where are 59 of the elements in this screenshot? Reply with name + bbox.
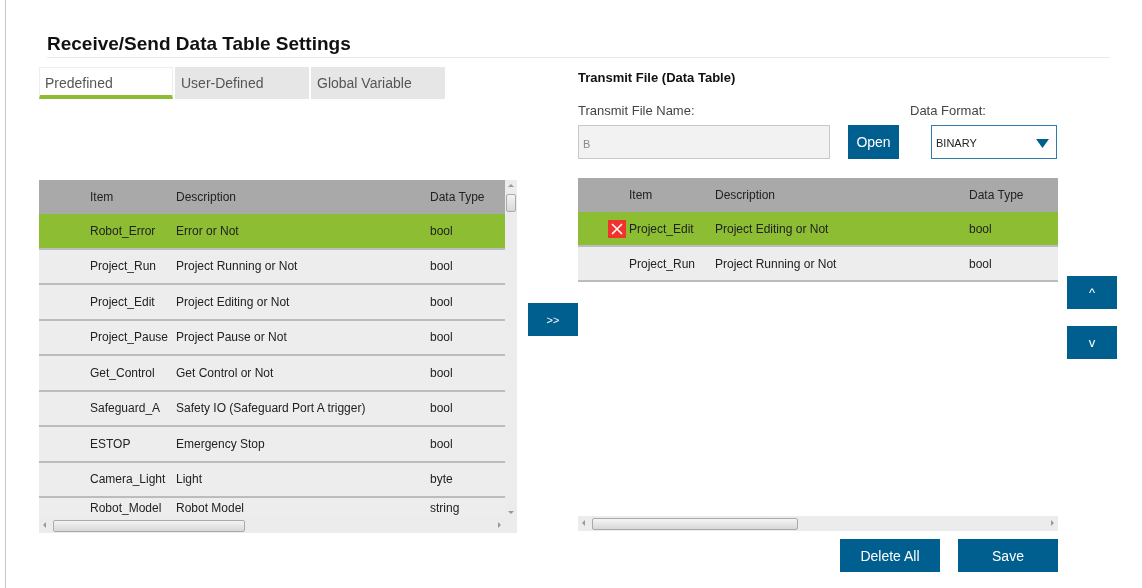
table-cell-text: Robot_Model <box>90 500 163 515</box>
tab[interactable]: Global Variable <box>311 67 445 99</box>
column-header: Description <box>715 188 777 202</box>
table-cell-text: bool <box>969 256 993 271</box>
table-cell-text: Project_Edit <box>629 221 695 236</box>
delete-all-button[interactable]: Delete All <box>840 539 940 572</box>
table-cell-text: string <box>430 500 461 515</box>
table-cell-text: bool <box>430 330 454 345</box>
horizontal-scrollbar[interactable] <box>578 516 1058 531</box>
column-header: Item <box>629 188 654 202</box>
table-cell-text: Project_Run <box>629 256 697 271</box>
table-cell-text: Project Pause or Not <box>176 330 288 345</box>
table-cell-text: bool <box>430 365 454 380</box>
table-cell-text: Get Control or Not <box>176 365 275 380</box>
table-cell-text: bool <box>969 221 993 236</box>
table-cell-text: Emergency Stop <box>176 436 266 451</box>
table-cell-text: bool <box>430 401 454 416</box>
save-button[interactable]: Save <box>958 539 1058 572</box>
open-button[interactable]: Open <box>848 125 899 159</box>
table-cell-text: Safeguard_A <box>90 401 162 416</box>
table-cell-text: Camera_Light <box>90 472 167 487</box>
table-row[interactable]: Project_Edit Project Editing or Not bool <box>578 212 1058 247</box>
table-cell-text: ESTOP <box>90 436 132 451</box>
column-header: Item <box>90 190 115 204</box>
table-cell-text: Light <box>176 472 204 487</box>
column-header: Description <box>176 190 238 204</box>
page-title: Receive/Send Data Table Settings <box>47 0 1110 58</box>
table-cell-text: Robot Model <box>176 500 246 515</box>
table-cell-text: Robot_Error <box>90 223 157 238</box>
format-dropdown[interactable]: BINARY <box>931 125 1057 159</box>
table-cell-text: Project Running or Not <box>176 259 299 274</box>
table-cell-text: bool <box>430 294 454 309</box>
table-cell-text: bool <box>430 436 454 451</box>
field-label: Transmit File Name: <box>578 103 696 118</box>
table-cell-text: Safety IO (Safeguard Port A trigger) <box>176 401 367 416</box>
table-cell-text: Project Editing or Not <box>715 221 830 236</box>
delete-icon[interactable] <box>608 219 626 238</box>
table-cell-text: Project_Edit <box>90 294 156 309</box>
table-cell-text: Project_Run <box>90 259 158 274</box>
table-cell-text: bool <box>430 223 454 238</box>
tab[interactable]: Predefined <box>39 67 173 99</box>
field-label: Data Format: <box>910 103 987 118</box>
column-header: Data Type <box>969 188 1025 202</box>
table-cell-text: Project Running or Not <box>715 256 838 271</box>
table-cell-text: bool <box>430 259 454 274</box>
table-cell-text: Get_Control <box>90 365 156 380</box>
table-row[interactable]: Robot_Error Error or Not bool <box>39 214 505 250</box>
table-cell-text: Project Editing or Not <box>176 294 291 309</box>
move-down-button[interactable]: v <box>1067 326 1117 359</box>
column-header: Data Type <box>430 190 486 204</box>
section-heading: Transmit File (Data Table) <box>578 70 737 85</box>
table-cell-text: byte <box>430 472 454 487</box>
add-button[interactable]: >> <box>528 303 578 336</box>
move-up-button[interactable]: ^ <box>1067 276 1117 309</box>
dropdown-caret-icon <box>1036 138 1049 148</box>
table-cell-text: Project_Pause <box>90 330 170 345</box>
tab[interactable]: User-Defined <box>175 67 309 99</box>
table-cell-text: Error or Not <box>176 223 240 238</box>
table-row[interactable]: Project_Run Project Running or Not bool <box>578 247 1058 282</box>
